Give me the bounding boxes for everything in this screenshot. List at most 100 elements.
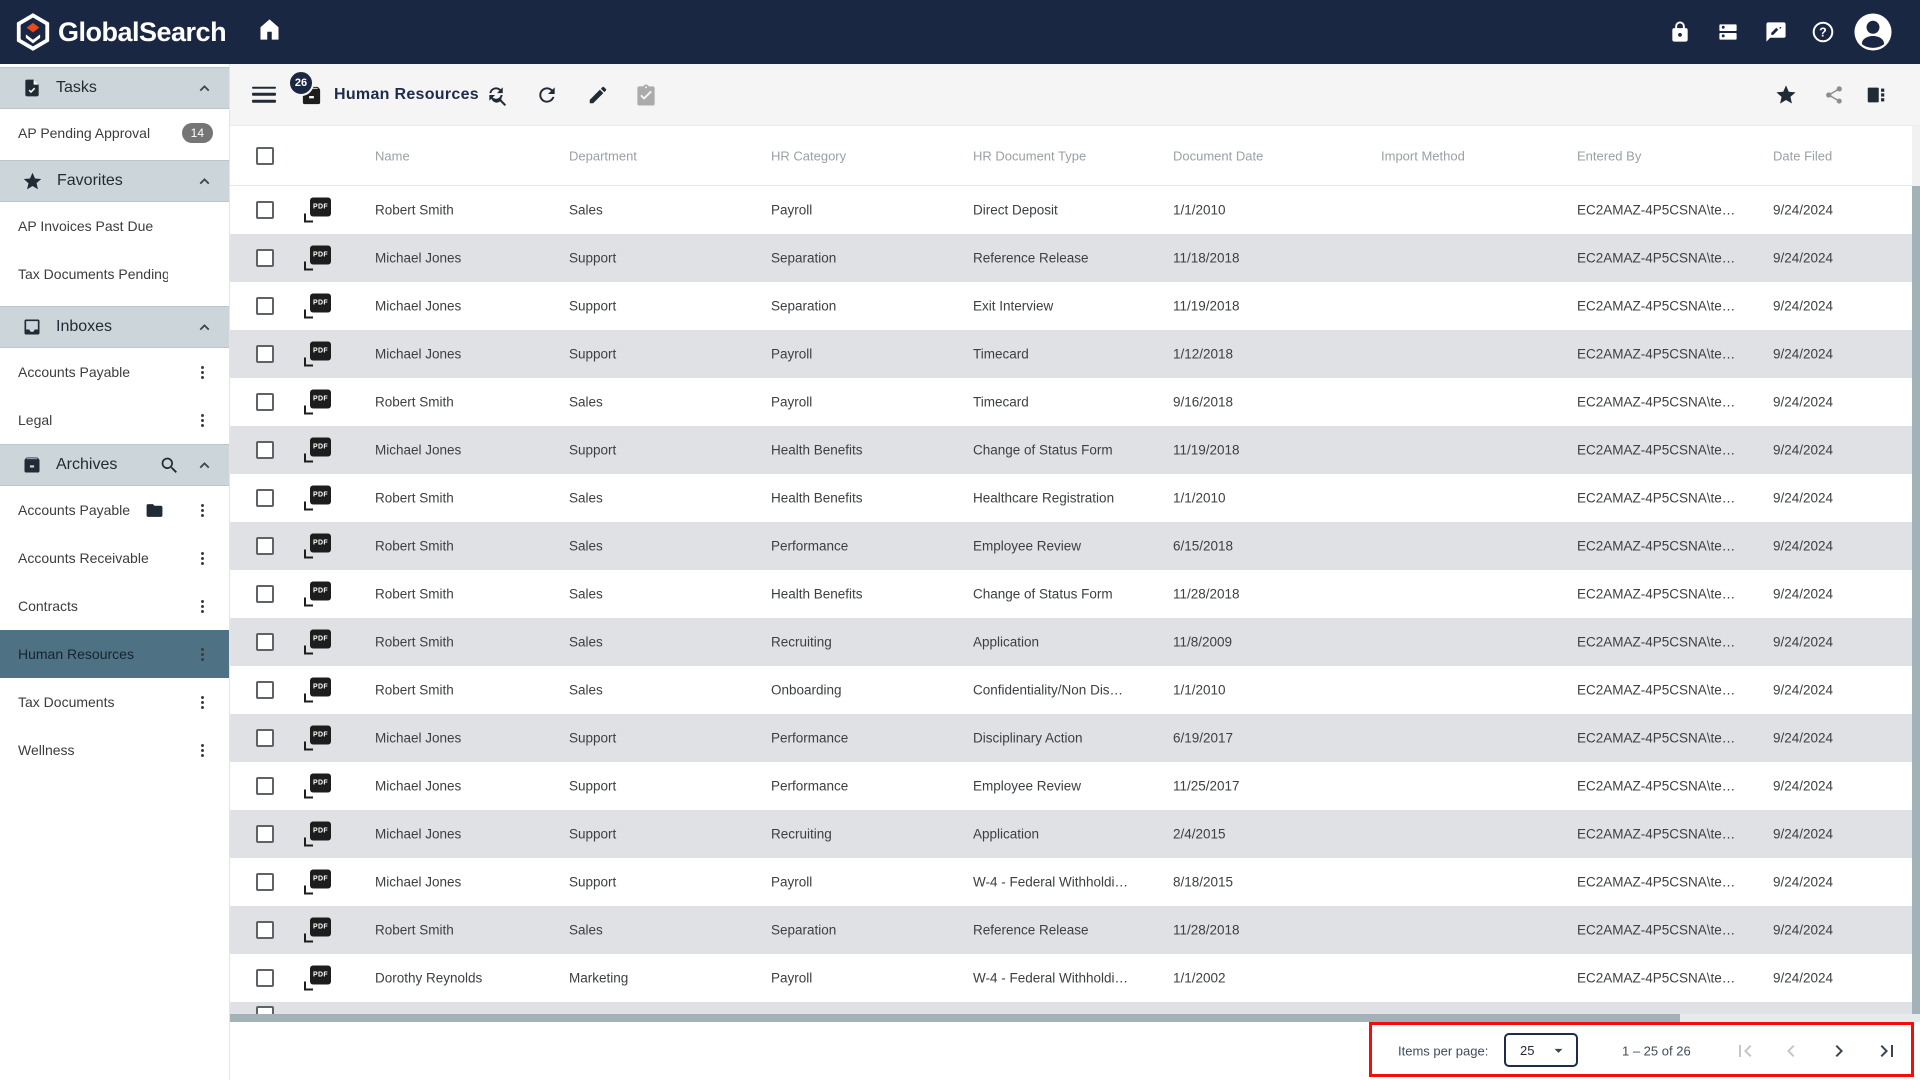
- pdf-document-icon[interactable]: PDF: [304, 870, 331, 895]
- table-row[interactable]: PDFRobert SmithSalesSeparationReference …: [230, 906, 1920, 954]
- chevron-up-icon[interactable]: [196, 457, 213, 474]
- horizontal-scrollbar-thumb[interactable]: [230, 1014, 1680, 1022]
- pdf-document-icon[interactable]: PDF: [304, 630, 331, 655]
- row-checkbox[interactable]: [256, 537, 274, 555]
- column-header-document-date[interactable]: Document Date: [1173, 148, 1263, 163]
- items-per-page-select[interactable]: 25: [1504, 1033, 1578, 1067]
- select-all-checkbox[interactable]: [256, 147, 274, 165]
- pdf-document-icon[interactable]: PDF: [304, 342, 331, 367]
- kebab-menu-icon[interactable]: [190, 547, 215, 570]
- refresh-icon[interactable]: [536, 83, 559, 106]
- last-page-button[interactable]: [1875, 1039, 1899, 1063]
- pdf-document-icon[interactable]: PDF: [304, 774, 331, 799]
- table-row[interactable]: PDFRobert SmithSalesHealth BenefitsChang…: [230, 570, 1920, 618]
- row-checkbox[interactable]: [256, 393, 274, 411]
- column-header-department[interactable]: Department: [569, 148, 637, 163]
- archives-search-icon[interactable]: [159, 455, 180, 476]
- pdf-document-icon[interactable]: PDF: [304, 534, 331, 559]
- sidebar-section-inboxes[interactable]: Inboxes: [0, 306, 229, 348]
- column-header-name[interactable]: Name: [375, 148, 410, 163]
- table-row[interactable]: PDFRobert SmithSalesPerformanceEmployee …: [230, 522, 1920, 570]
- table-row[interactable]: PDFRobert SmithSalesHealth BenefitsHealt…: [230, 474, 1920, 522]
- table-row[interactable]: PDFDorothy ReynoldsMarketingPayrollW-4 -…: [230, 954, 1920, 1002]
- row-checkbox[interactable]: [256, 825, 274, 843]
- kebab-menu-icon[interactable]: [190, 409, 215, 432]
- sidebar-item-wellness[interactable]: Wellness: [0, 726, 229, 774]
- pdf-document-icon[interactable]: PDF: [304, 486, 331, 511]
- table-row[interactable]: PDFMichael JonesSupportSeparationReferen…: [230, 234, 1920, 282]
- menu-icon[interactable]: [252, 82, 276, 107]
- help-icon[interactable]: ?: [1811, 20, 1835, 44]
- kebab-menu-icon[interactable]: [190, 691, 215, 714]
- row-checkbox[interactable]: [256, 969, 274, 987]
- kebab-menu-icon[interactable]: [190, 499, 215, 522]
- pdf-document-icon[interactable]: PDF: [304, 294, 331, 319]
- feedback-icon[interactable]: [1765, 21, 1788, 44]
- pdf-document-icon[interactable]: PDF: [304, 246, 331, 271]
- sidebar-item-ap-invoices-past-due[interactable]: AP Invoices Past Due: [0, 202, 229, 250]
- chevron-up-icon[interactable]: [196, 319, 213, 336]
- vertical-scrollbar[interactable]: [1912, 126, 1920, 1014]
- sidebar-item-tax-documents-pending-inde[interactable]: Tax Documents Pending Inde…: [0, 250, 229, 298]
- refresh-search-icon[interactable]: [486, 83, 509, 106]
- chevron-up-icon[interactable]: [196, 173, 213, 190]
- next-page-button[interactable]: [1827, 1039, 1851, 1063]
- pdf-document-icon[interactable]: PDF: [304, 966, 331, 991]
- column-header-hr-document-type[interactable]: HR Document Type: [973, 148, 1086, 163]
- pdf-document-icon[interactable]: PDF: [304, 438, 331, 463]
- pdf-document-icon[interactable]: PDF: [304, 822, 331, 847]
- table-row[interactable]: PDFMichael JonesSupportSeparationExit In…: [230, 282, 1920, 330]
- table-row[interactable]: PDFRobert SmithSalesPayrollTimecard9/16/…: [230, 378, 1920, 426]
- pdf-document-icon[interactable]: PDF: [304, 582, 331, 607]
- row-checkbox[interactable]: [256, 873, 274, 891]
- table-row[interactable]: PDFMichael JonesSupportPayrollW-4 - Fede…: [230, 858, 1920, 906]
- sidebar-item-human-resources[interactable]: Human Resources: [0, 630, 229, 678]
- column-header-entered-by[interactable]: Entered By: [1577, 148, 1641, 163]
- sidebar-item-accounts-payable[interactable]: Accounts Payable: [0, 348, 229, 396]
- table-row[interactable]: PDFMichael JonesSupportHealth BenefitsCh…: [230, 426, 1920, 474]
- horizontal-scrollbar[interactable]: [230, 1014, 1920, 1022]
- kebab-menu-icon[interactable]: [190, 643, 215, 666]
- row-checkbox[interactable]: [256, 777, 274, 795]
- kebab-menu-icon[interactable]: [190, 595, 215, 618]
- home-icon[interactable]: [256, 16, 283, 48]
- dns-icon[interactable]: [1717, 21, 1740, 44]
- table-row[interactable]: PDFRobert SmithSalesPayrollDirect Deposi…: [230, 186, 1920, 234]
- kebab-menu-icon[interactable]: [190, 361, 215, 384]
- sidebar-item-accounts-receivable[interactable]: Accounts Receivable: [0, 534, 229, 582]
- pdf-document-icon[interactable]: PDF: [304, 726, 331, 751]
- row-checkbox[interactable]: [256, 345, 274, 363]
- column-header-hr-category[interactable]: HR Category: [771, 148, 846, 163]
- pdf-document-icon[interactable]: PDF: [304, 390, 331, 415]
- row-checkbox[interactable]: [256, 249, 274, 267]
- table-row[interactable]: PDFMichael JonesSupportPerformanceEmploy…: [230, 762, 1920, 810]
- edit-icon[interactable]: [587, 84, 609, 106]
- favorite-star-icon[interactable]: [1775, 83, 1798, 106]
- table-row[interactable]: PDFRobert SmithSalesOnboardingConfidenti…: [230, 666, 1920, 714]
- sidebar-item-ap-pending-approval[interactable]: AP Pending Approval 14: [0, 109, 229, 157]
- row-checkbox[interactable]: [256, 729, 274, 747]
- lock-icon[interactable]: [1669, 21, 1692, 44]
- table-row[interactable]: PDFMichael JonesSupportRecruitingApplica…: [230, 810, 1920, 858]
- column-view-icon[interactable]: [1865, 84, 1887, 106]
- table-row[interactable]: PDFRobert SmithSalesRecruitingApplicatio…: [230, 618, 1920, 666]
- account-avatar[interactable]: [1852, 11, 1894, 53]
- document-count-badge-group[interactable]: 26: [288, 70, 334, 120]
- row-checkbox[interactable]: [256, 633, 274, 651]
- share-icon[interactable]: [1824, 84, 1845, 105]
- pdf-document-icon[interactable]: PDF: [304, 918, 331, 943]
- row-checkbox[interactable]: [256, 585, 274, 603]
- column-header-date-filed[interactable]: Date Filed: [1773, 148, 1832, 163]
- pdf-document-icon[interactable]: PDF: [304, 198, 331, 223]
- row-checkbox[interactable]: [256, 921, 274, 939]
- pdf-document-icon[interactable]: PDF: [304, 678, 331, 703]
- row-checkbox[interactable]: [256, 441, 274, 459]
- row-checkbox[interactable]: [256, 489, 274, 507]
- sidebar-section-tasks[interactable]: Tasks: [0, 67, 229, 109]
- sidebar-item-contracts[interactable]: Contracts: [0, 582, 229, 630]
- vertical-scrollbar-thumb[interactable]: [1912, 186, 1920, 1014]
- row-checkbox[interactable]: [256, 1006, 274, 1014]
- sidebar-item-accounts-payable[interactable]: Accounts Payable: [0, 486, 229, 534]
- column-header-import-method[interactable]: Import Method: [1381, 148, 1465, 163]
- sidebar-section-archives[interactable]: Archives: [0, 444, 229, 486]
